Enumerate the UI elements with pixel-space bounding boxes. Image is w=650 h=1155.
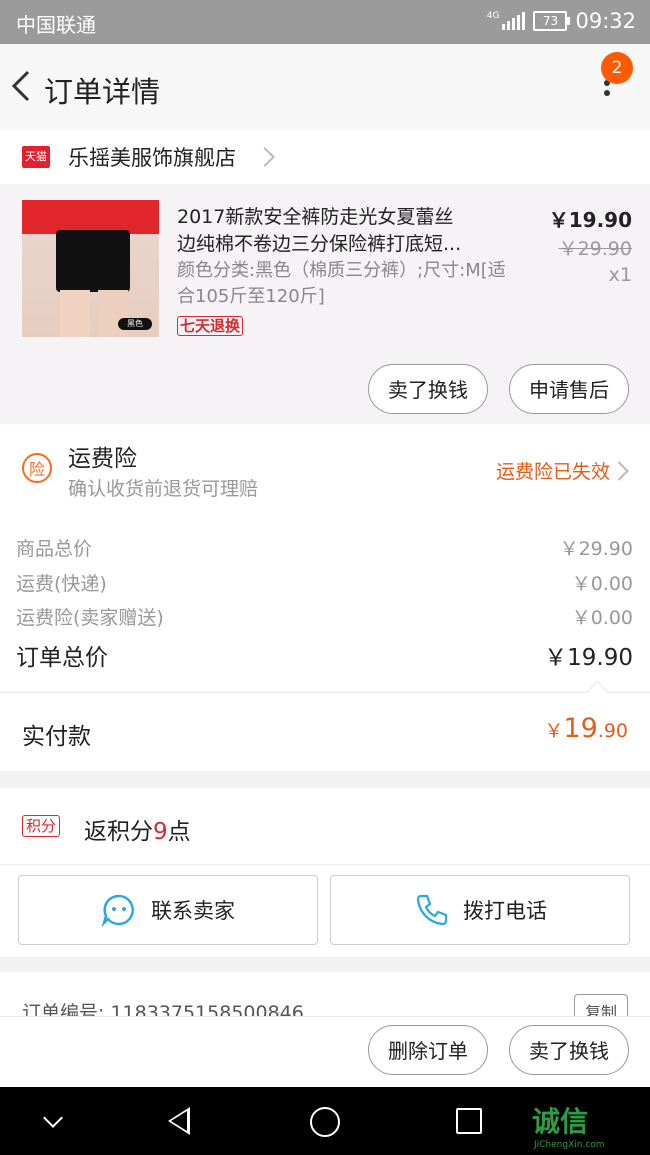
app-header: 订单详情 2: [0, 44, 650, 130]
clock: 09:32: [575, 9, 636, 33]
actual-payment-value: ￥19.90: [544, 713, 628, 744]
insurance-subtitle: 确认收货前退货可理赔: [68, 478, 259, 500]
contact-seller-button[interactable]: 联系卖家: [18, 875, 318, 945]
order-total-label: 订单总价: [16, 645, 108, 671]
chevron-right-icon: [609, 461, 629, 481]
contact-section: 联系卖家 拨打电话: [0, 864, 650, 957]
chevron-right-icon: [255, 147, 275, 167]
status-bar: 中国联通 4G 73 09:32: [0, 0, 650, 44]
nav-home-icon[interactable]: [310, 1107, 340, 1137]
tmall-logo-icon: 天猫: [22, 146, 50, 168]
status-indicators: 4G 73 09:32: [487, 9, 636, 33]
product-sku: 颜色分类:黑色（棉质三分裤）;尺寸:M[适合105斤至120斤]: [177, 260, 506, 307]
product-original-price: ￥29.90: [558, 238, 632, 260]
call-phone-label: 拨打电话: [463, 899, 547, 923]
product-name-line2: 边纯棉不卷边三分保险裤打底短...: [177, 233, 462, 255]
points-badge: 积分: [22, 815, 61, 837]
notification-badge: 2: [601, 52, 633, 84]
network-type: 4G: [486, 11, 500, 21]
call-phone-button[interactable]: 拨打电话: [330, 875, 630, 945]
sell-for-cash-button[interactable]: 卖了换钱: [368, 364, 488, 414]
goods-total-row: 商品总价 ￥29.90: [16, 534, 633, 561]
watermark-text: 诚信: [532, 1105, 589, 1138]
battery-icon: 73: [533, 11, 571, 31]
insurance-title: 运费险: [68, 446, 137, 472]
signal-icon: 4G: [487, 12, 526, 30]
goods-total-label: 商品总价: [16, 538, 93, 560]
product-price: ￥19.90: [548, 208, 632, 232]
order-info: 订单编号: 1183375158500846 复制: [0, 972, 650, 1016]
points-text: 返积分9点: [84, 812, 191, 846]
carrier-label: 中国联通: [16, 13, 96, 37]
page-title: 订单详情: [44, 75, 161, 109]
actual-payment-label: 实付款: [22, 724, 91, 750]
image-color-tag: 黑色: [118, 318, 152, 330]
points-prefix: 返积分: [84, 819, 153, 845]
insurance-fee-value: ￥0.00: [571, 607, 633, 629]
points-suffix: 点: [167, 819, 191, 845]
back-arrow-icon[interactable]: [6, 64, 42, 108]
order-total-value: ￥19.90: [544, 645, 633, 671]
insurance-fee-row: 运费险(卖家赠送) ￥0.00: [16, 603, 633, 630]
shipping-insurance-row[interactable]: 险 运费险 确认收货前退货可理赔 运费险已失效: [0, 424, 650, 514]
order-total-row: 订单总价 ￥19.90: [16, 638, 633, 672]
shipping-fee-row: 运费(快递) ￥0.00: [16, 569, 633, 596]
actual-payment-row: 实付款 ￥19.90: [0, 692, 650, 771]
insurance-icon: 险: [22, 453, 52, 483]
insurance-fee-label: 运费险(卖家赠送): [16, 607, 164, 629]
phone-icon: [416, 894, 448, 926]
bottom-sell-for-cash-button[interactable]: 卖了换钱: [509, 1025, 629, 1075]
shop-row[interactable]: 天猫 乐摇美服饰旗舰店: [0, 130, 650, 184]
copy-order-number-button[interactable]: 复制: [574, 994, 628, 1016]
watermark: 诚信 JiChengXin.com: [532, 1100, 605, 1150]
insurance-status: 运费险已失效: [495, 461, 610, 483]
product-image[interactable]: 黑色: [22, 200, 159, 337]
bottom-action-bar: 删除订单 卖了换钱: [0, 1016, 650, 1087]
points-number: 9: [153, 819, 168, 845]
cost-summary: 商品总价 ￥29.90 运费(快递) ￥0.00 运费险(卖家赠送) ￥0.00…: [0, 514, 650, 692]
hide-nav-icon[interactable]: [43, 1108, 63, 1128]
product-name: 2017新款安全裤防走光女夏蕾丝 边纯棉不卷边三分保险裤打底短...: [177, 204, 507, 258]
shipping-fee-label: 运费(快递): [16, 573, 107, 595]
apply-aftersale-button[interactable]: 申请售后: [509, 364, 629, 414]
amount-integer: 19: [563, 713, 598, 744]
order-number: 订单编号: 1183375158500846: [22, 1002, 304, 1016]
contact-seller-label: 联系卖家: [151, 899, 235, 923]
goods-total-value: ￥29.90: [559, 538, 633, 560]
shipping-fee-value: ￥0.00: [571, 573, 633, 595]
delete-order-button[interactable]: 删除订单: [368, 1025, 488, 1075]
currency-symbol: ￥: [544, 720, 564, 742]
seven-day-return-badge: 七天退换: [177, 316, 244, 336]
shop-name: 乐摇美服饰旗舰店: [68, 146, 236, 170]
amount-decimal: .90: [597, 720, 628, 742]
chat-bubble-icon: [101, 894, 134, 928]
product-name-line1: 2017新款安全裤防走光女夏蕾丝: [177, 206, 454, 228]
product-quantity: x1: [608, 264, 632, 286]
watermark-url: JiChengXin.com: [534, 1140, 605, 1150]
points-row: 积分 返积分9点: [0, 788, 650, 864]
nav-recents-icon[interactable]: [456, 1108, 482, 1134]
product-card[interactable]: 黑色 2017新款安全裤防走光女夏蕾丝 边纯棉不卷边三分保险裤打底短... 颜色…: [0, 190, 650, 424]
nav-back-icon[interactable]: [168, 1107, 190, 1135]
